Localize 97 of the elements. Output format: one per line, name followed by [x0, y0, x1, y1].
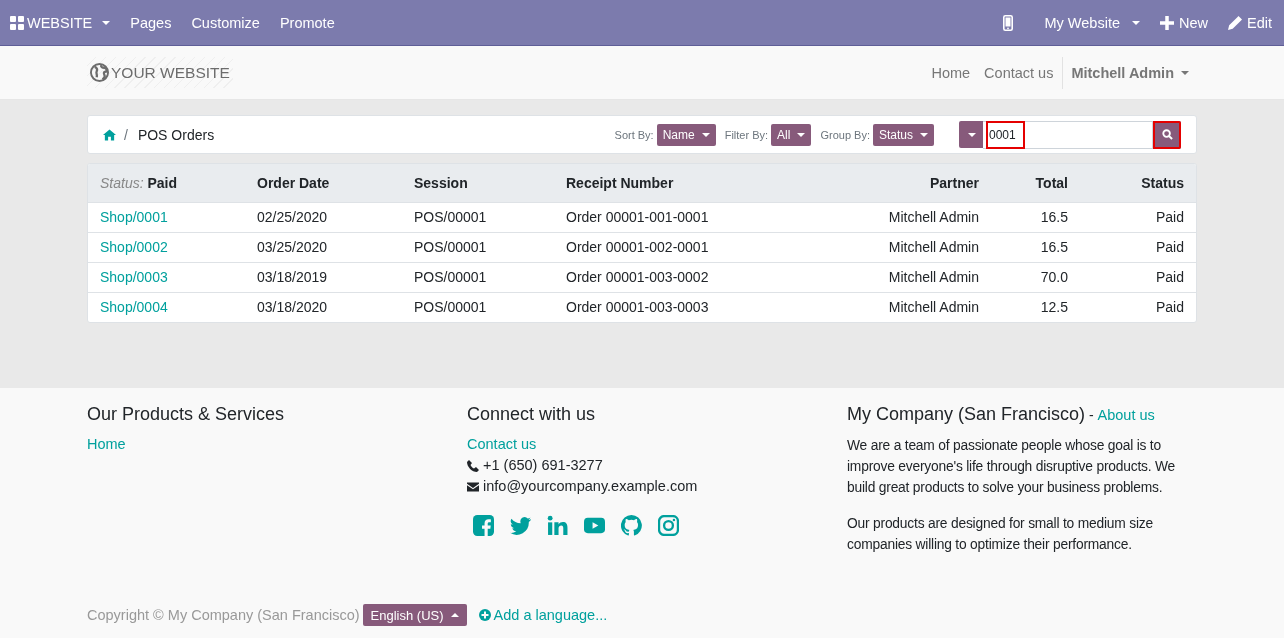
youtube-icon[interactable]: [584, 515, 605, 536]
menu-item[interactable]: Customize: [181, 0, 270, 45]
table-cell: Paid: [1080, 232, 1196, 262]
table-cell: Mitchell Admin: [813, 202, 991, 232]
group-value: Paid: [147, 174, 178, 191]
plus-icon: [1160, 15, 1174, 30]
menu-item[interactable]: Promote: [269, 0, 345, 45]
table-cell: Order 00001-001-0001: [554, 202, 814, 232]
table-cell: Mitchell Admin: [813, 262, 991, 292]
home-icon: [103, 128, 116, 141]
caret-icon: [1132, 20, 1140, 25]
table-cell: POS/00001: [402, 262, 554, 292]
site-logo[interactable]: YOUR WEBSITE: [87, 57, 233, 88]
group-label: Status:: [100, 174, 144, 191]
nav-link[interactable]: Home: [924, 56, 978, 89]
instagram-icon[interactable]: [658, 515, 679, 536]
breadcrumb-separator: /: [124, 126, 128, 143]
home-link[interactable]: [103, 128, 116, 141]
control-label: Sort By:: [614, 128, 654, 141]
table-cell: 03/18/2019: [245, 262, 402, 292]
table-cell: Order 00001-002-0001: [554, 232, 814, 262]
dropdown-button[interactable]: Status: [872, 123, 934, 146]
about-link[interactable]: About us: [1097, 407, 1155, 423]
table-cell: 03/25/2020: [245, 232, 402, 262]
caret-icon: [701, 132, 710, 137]
about-text: Our products are designed for small to medium size companies willing to optimize their performance.: [847, 515, 1154, 554]
language-selector[interactable]: English (US): [362, 604, 467, 626]
control-label: Filter By:: [724, 128, 769, 141]
globe-icon: [90, 63, 109, 82]
caret-up-icon: [450, 613, 459, 617]
column-header: Status: [1080, 164, 1196, 202]
table-cell: POS/00001: [402, 292, 554, 322]
company-name: My Company (San Francisco): [847, 404, 1086, 424]
email-address: info@yourcompany.example.com: [483, 477, 698, 496]
plus-circle-icon: [478, 609, 491, 621]
column-header: Session: [402, 164, 554, 202]
column-header: Partner: [813, 164, 991, 202]
copyright-text: Copyright © My Company (San Francisco): [87, 607, 360, 623]
dropdown-button[interactable]: Name: [656, 123, 716, 146]
table-cell: 16.5: [991, 232, 1080, 262]
table-cell: 16.5: [991, 202, 1080, 232]
table-cell: POS/00001: [402, 202, 554, 232]
table-cell: POS/00001: [402, 232, 554, 262]
menu-item[interactable]: Pages: [120, 0, 182, 45]
order-link[interactable]: Shop/0003: [100, 269, 168, 285]
control-label: Group By:: [820, 128, 870, 141]
caret-icon: [968, 132, 976, 137]
website-menu[interactable]: WEBSITE: [0, 0, 121, 45]
dropdown-button[interactable]: All: [771, 123, 812, 146]
caret-icon: [1181, 70, 1189, 75]
table-cell: Mitchell Admin: [813, 292, 991, 322]
search-icon: [1161, 129, 1173, 140]
about-text: We are a team of passionate people whose goal is to improve everyone's life through disruptive products. We build great products to solve your business problems.: [847, 437, 1177, 497]
search-field[interactable]: 0001: [983, 120, 1153, 149]
table-cell: Paid: [1080, 292, 1196, 322]
new-button[interactable]: New: [1150, 0, 1218, 45]
edit-button[interactable]: Edit: [1218, 0, 1282, 45]
order-link[interactable]: Shop/0004: [100, 299, 168, 316]
search-options-button[interactable]: [959, 121, 983, 148]
phone-icon: [467, 459, 479, 472]
table-cell: Paid: [1080, 262, 1196, 292]
user-menu[interactable]: Mitchell Admin: [1062, 56, 1197, 89]
title-separator: -: [1087, 407, 1095, 423]
caret-icon: [920, 132, 928, 137]
pencil-icon: [1228, 15, 1242, 30]
column-header: Receipt Number: [554, 164, 814, 202]
table-cell: 03/18/2020: [245, 292, 402, 322]
section-title: Our Products & Services: [87, 404, 285, 425]
search-button[interactable]: [1153, 120, 1181, 149]
github-icon[interactable]: [621, 515, 642, 536]
grid-icon: [10, 15, 24, 30]
caret-icon: [102, 20, 111, 25]
linkedin-icon[interactable]: [547, 515, 568, 536]
nav-link[interactable]: Contact us: [977, 56, 1061, 89]
table-cell: Mitchell Admin: [813, 232, 991, 262]
table-cell: Paid: [1080, 202, 1196, 232]
order-link[interactable]: Shop/0001: [100, 209, 168, 225]
column-header: Order Date: [245, 164, 402, 202]
footer-link[interactable]: Home: [87, 434, 126, 455]
caret-icon: [797, 132, 806, 137]
section-title: Connect with us: [467, 404, 596, 425]
column-header: Total: [991, 164, 1080, 202]
table-cell: 12.5: [991, 292, 1080, 322]
add-language-link[interactable]: Add a language...: [478, 607, 608, 623]
twitter-icon[interactable]: [510, 515, 531, 536]
footer-link[interactable]: Contact us: [467, 434, 537, 455]
table-cell: 02/25/2020: [245, 202, 402, 232]
order-link[interactable]: Shop/0002: [100, 239, 168, 255]
envelope-icon: [467, 480, 479, 493]
website-switcher[interactable]: My Website: [1034, 0, 1150, 45]
table-cell: Order 00001-003-0002: [554, 262, 814, 292]
table-cell: Order 00001-003-0003: [554, 292, 814, 322]
table-cell: 70.0: [991, 262, 1080, 292]
phone-number: +1 (650) 691-3277: [483, 456, 603, 475]
phone-icon: [1002, 14, 1013, 31]
facebook-icon[interactable]: [473, 515, 494, 536]
breadcrumb-current: POS Orders: [137, 126, 215, 143]
